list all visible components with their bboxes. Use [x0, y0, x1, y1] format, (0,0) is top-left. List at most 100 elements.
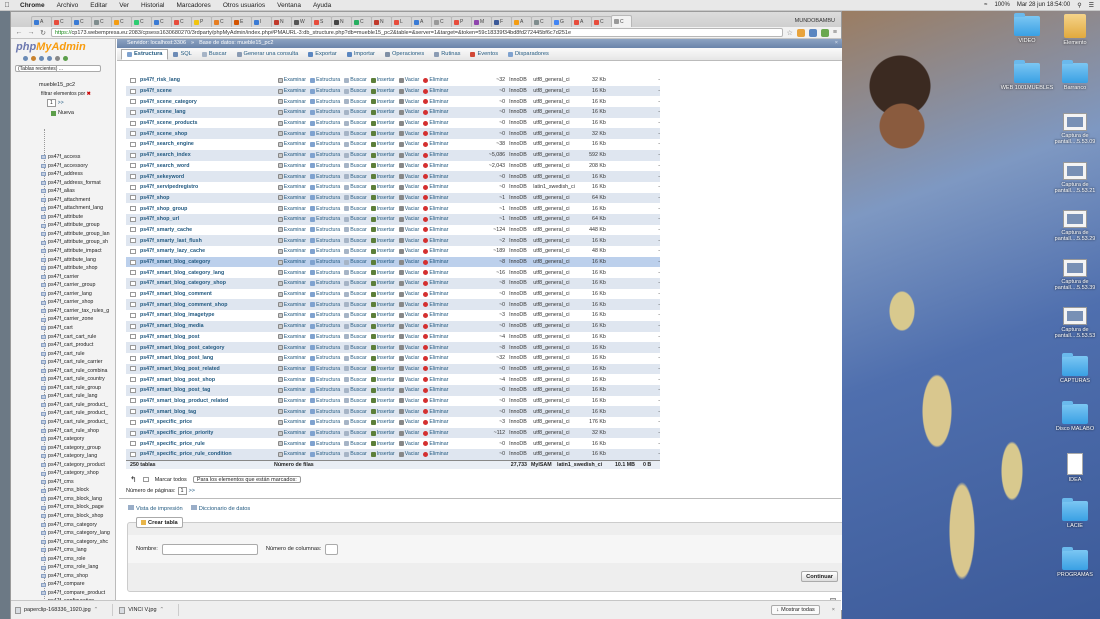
empty-action[interactable]: Vaciar	[398, 280, 419, 286]
drop-action[interactable]: Eliminar	[423, 152, 448, 158]
insert-action[interactable]: Insertar	[370, 131, 395, 137]
empty-action[interactable]: Vaciar	[398, 141, 419, 147]
browse-action[interactable]: Examinar	[277, 77, 306, 83]
row-checkbox[interactable]	[130, 377, 136, 383]
table-name-link[interactable]: ps47f_scene_category	[140, 99, 278, 105]
table-icon[interactable]	[41, 574, 46, 579]
recent-tables-select[interactable]: (Tablas recientes) ...	[15, 65, 101, 72]
search-action[interactable]: Buscar	[344, 291, 367, 297]
nav-table-item[interactable]: ps47f_category_product	[41, 461, 115, 470]
row-checkbox[interactable]	[130, 291, 136, 297]
table-name-input[interactable]	[161, 543, 258, 555]
browse-action[interactable]: Examinar	[277, 355, 306, 361]
extension-icon[interactable]	[796, 28, 805, 37]
browse-action[interactable]: Examinar	[277, 366, 306, 372]
insert-action[interactable]: Insertar	[370, 109, 395, 115]
empty-action[interactable]: Vaciar	[398, 430, 419, 436]
empty-action[interactable]: Vaciar	[398, 248, 419, 254]
table-icon[interactable]	[41, 249, 46, 254]
structure-action[interactable]: Estructura	[310, 409, 340, 415]
browser-tab[interactable]: W	[291, 16, 312, 27]
forward-icon[interactable]: →	[27, 29, 35, 36]
browser-tab[interactable]: I	[251, 16, 272, 27]
table-icon[interactable]	[41, 539, 46, 544]
search-action[interactable]: Buscar	[344, 206, 367, 212]
structure-action[interactable]: Estructura	[310, 441, 340, 447]
data-dictionary-link[interactable]: Diccionario de datos	[190, 505, 250, 512]
desktop-shot-item[interactable]: Captura de pantall....5.53.53	[1045, 307, 1100, 339]
nav-table-item[interactable]: ps47f_cart_rule_product_	[41, 409, 115, 418]
drop-action[interactable]: Eliminar	[423, 238, 448, 244]
empty-action[interactable]: Vaciar	[398, 99, 419, 105]
nav-table-item[interactable]: ps47f_accessory	[41, 162, 115, 171]
nav-table-item[interactable]: ps47f_cart_rule_product_	[41, 418, 115, 427]
browse-action[interactable]: Examinar	[277, 248, 306, 254]
menu-app[interactable]: Chrome	[14, 2, 51, 9]
table-name-link[interactable]: ps47f_scene_products	[140, 120, 278, 126]
table-name-link[interactable]: ps47f_risk_lang	[140, 77, 278, 83]
table-icon[interactable]	[41, 343, 46, 348]
table-name-link[interactable]: ps47f_smarty_last_flush	[140, 238, 278, 244]
tab-rutinas[interactable]: Rutinas	[429, 49, 465, 60]
table-icon[interactable]	[41, 334, 46, 339]
browse-action[interactable]: Examinar	[277, 88, 306, 94]
nav-table-item[interactable]: ps47f_cms_lang	[41, 546, 115, 555]
help-icon[interactable]	[39, 56, 44, 61]
nav-table-item[interactable]: ps47f_category_lang	[41, 452, 115, 461]
nav-next-link[interactable]: >>	[58, 100, 64, 106]
empty-action[interactable]: Vaciar	[398, 227, 419, 233]
browse-action[interactable]: Examinar	[277, 430, 306, 436]
menu-icon[interactable]: ≡	[833, 29, 837, 36]
check-all-checkbox[interactable]	[142, 477, 149, 482]
drop-action[interactable]: Eliminar	[423, 141, 448, 147]
nav-table-item[interactable]: ps47f_cms_category_lang	[41, 529, 115, 538]
table-name-link[interactable]: ps47f_smarty_cache	[140, 227, 278, 233]
table-name-link[interactable]: ps47f_smart_blog_post_related	[140, 366, 278, 372]
insert-action[interactable]: Insertar	[370, 387, 395, 393]
browse-action[interactable]: Examinar	[277, 120, 306, 126]
desktop-shot-item[interactable]: Captura de pantall....5.53.29	[1045, 210, 1100, 242]
insert-action[interactable]: Insertar	[370, 377, 395, 383]
tab-importar[interactable]: Importar	[342, 49, 380, 60]
search-action[interactable]: Buscar	[344, 419, 367, 425]
empty-action[interactable]: Vaciar	[398, 355, 419, 361]
row-checkbox[interactable]	[130, 312, 136, 318]
empty-action[interactable]: Vaciar	[398, 109, 419, 115]
nav-table-item[interactable]: ps47f_cms_block_shop	[41, 512, 115, 521]
insert-action[interactable]: Insertar	[370, 291, 395, 297]
structure-action[interactable]: Estructura	[310, 163, 340, 169]
browse-action[interactable]: Examinar	[277, 312, 306, 318]
table-icon[interactable]	[41, 377, 46, 382]
tab-generar-una-consulta[interactable]: Generar una consulta	[232, 49, 304, 60]
nav-table-item[interactable]: ps47f_cart_rule_country	[41, 375, 115, 384]
table-name-link[interactable]: ps47f_specific_price_rule_condition	[140, 451, 278, 457]
chevron-icon[interactable]: ⌃	[94, 607, 99, 613]
structure-action[interactable]: Estructura	[310, 280, 340, 286]
row-checkbox[interactable]	[130, 120, 136, 126]
table-icon[interactable]	[41, 454, 46, 459]
table-icon[interactable]	[41, 360, 46, 365]
row-checkbox[interactable]	[130, 77, 136, 83]
browse-action[interactable]: Examinar	[277, 387, 306, 393]
table-name-link[interactable]: ps47f_smart_blog_post	[140, 334, 278, 340]
structure-action[interactable]: Estructura	[310, 398, 340, 404]
page-select[interactable]: 1	[177, 487, 187, 495]
structure-action[interactable]: Estructura	[310, 206, 340, 212]
row-checkbox[interactable]	[130, 163, 136, 169]
search-action[interactable]: Buscar	[344, 195, 367, 201]
row-checkbox[interactable]	[130, 174, 136, 180]
empty-action[interactable]: Vaciar	[398, 387, 419, 393]
table-icon[interactable]	[41, 582, 46, 587]
next-page-link[interactable]: >>	[189, 488, 195, 494]
browser-tab[interactable]: P	[451, 16, 472, 27]
chevron-icon[interactable]: ⌃	[160, 607, 165, 613]
nav-table-item[interactable]: ps47f_attachment	[41, 196, 115, 205]
tab-exportar[interactable]: Exportar	[303, 49, 342, 60]
structure-action[interactable]: Estructura	[310, 270, 340, 276]
empty-action[interactable]: Vaciar	[398, 131, 419, 137]
drop-action[interactable]: Eliminar	[423, 323, 448, 329]
home-icon[interactable]	[23, 56, 28, 61]
database-node[interactable]: mueble15_pc2	[39, 82, 115, 88]
browse-action[interactable]: Examinar	[277, 109, 306, 115]
browse-action[interactable]: Examinar	[277, 302, 306, 308]
